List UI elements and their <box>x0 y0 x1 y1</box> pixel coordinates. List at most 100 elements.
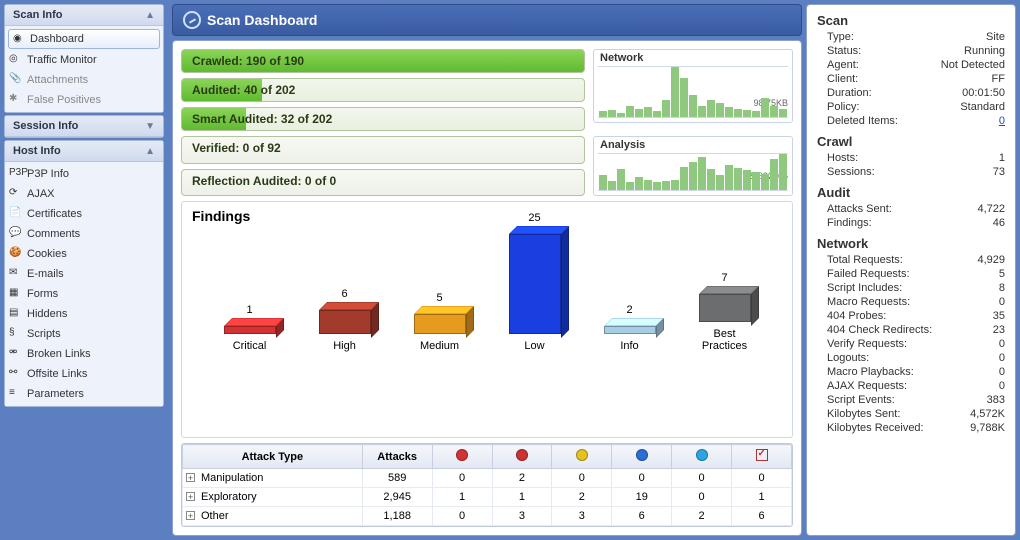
stat-value[interactable]: 0 <box>999 115 1005 127</box>
comment-icon: 💬 <box>9 227 23 241</box>
col-icon-0[interactable] <box>432 445 492 469</box>
col-0[interactable]: Attack Type <box>183 445 363 469</box>
sidebar-item-attachments[interactable]: 📎Attachments <box>5 70 163 90</box>
sidebar-item-label: Scripts <box>27 328 61 340</box>
sidebar-item-ajax[interactable]: ⟳AJAX <box>5 184 163 204</box>
stat-key: AJAX Requests: <box>827 380 907 392</box>
stat-row: AJAX Requests:0 <box>817 379 1005 393</box>
bar-label: Info <box>620 340 638 352</box>
stat-row: Policy:Standard <box>817 100 1005 114</box>
script-icon: § <box>9 327 23 341</box>
hidden-icon: ▤ <box>9 307 23 321</box>
fp-icon: ✱ <box>9 93 23 107</box>
sidebar-item-hiddens[interactable]: ▤Hiddens <box>5 304 163 324</box>
stat-key: Hosts: <box>827 152 858 164</box>
row-count: 0 <box>672 469 732 488</box>
stat-row: Kilobytes Sent:4,572K <box>817 407 1005 421</box>
stat-value: 383 <box>987 394 1005 406</box>
stat-key: Total Requests: <box>827 254 903 266</box>
bar-value: 7 <box>721 272 727 284</box>
col-icon-3[interactable] <box>612 445 672 469</box>
expand-icon[interactable]: + <box>186 511 195 520</box>
stat-row: Hosts: 1 <box>817 151 1005 165</box>
bar-value: 1 <box>246 304 252 316</box>
sidebar-item-forms[interactable]: ▦Forms <box>5 284 163 304</box>
stat-value: 23 <box>993 324 1005 336</box>
dashboard-icon: ◉ <box>13 33 27 47</box>
check-icon <box>756 449 768 461</box>
sidebar-item-parameters[interactable]: ≡Parameters <box>5 384 163 404</box>
row-name: Other <box>201 510 229 522</box>
bar-value: 5 <box>436 292 442 304</box>
host-info-header[interactable]: Host Info ▲ <box>5 141 163 162</box>
stat-row: Script Includes:8 <box>817 281 1005 295</box>
row-count: 0 <box>672 488 732 507</box>
stat-value: FF <box>992 73 1005 85</box>
table-row[interactable]: +Exploratory2,9451121901 <box>183 488 792 507</box>
session-info-header[interactable]: Session Info ▼ <box>5 116 163 137</box>
stat-group-title: Scan <box>817 13 1005 28</box>
stat-value: 4,929 <box>977 254 1005 266</box>
stat-key: Type: <box>827 31 854 43</box>
attach-icon: 📎 <box>9 73 23 87</box>
col-icon-4[interactable] <box>672 445 732 469</box>
sidebar-item-label: Broken Links <box>27 348 91 360</box>
scan-info-header[interactable]: Scan Info ▲ <box>5 5 163 26</box>
progress-3: Verified: 0 of 92 <box>181 136 585 164</box>
network-mini-chart: Network 98.75KB <box>593 49 793 123</box>
row-count: 1 <box>432 488 492 507</box>
sidebar-item-label: Dashboard <box>30 33 84 45</box>
col-1[interactable]: Attacks <box>362 445 432 469</box>
sidebar-item-p3p-info[interactable]: P3PP3P Info <box>5 164 163 184</box>
stat-key: Agent: <box>827 59 859 71</box>
col-icon-5[interactable] <box>732 445 792 469</box>
col-icon-2[interactable] <box>552 445 612 469</box>
sidebar-item-comments[interactable]: 💬Comments <box>5 224 163 244</box>
bar-label: Best Practices <box>690 328 760 352</box>
col-icon-1[interactable] <box>492 445 552 469</box>
chevron-down-icon: ▼ <box>145 121 155 132</box>
row-count: 0 <box>432 469 492 488</box>
sidebar-item-e-mails[interactable]: ✉E-mails <box>5 264 163 284</box>
sidebar-item-certificates[interactable]: 📄Certificates <box>5 204 163 224</box>
stats-panel: ScanType:SiteStatus:RunningAgent:Not Det… <box>806 4 1016 536</box>
broken-icon: ⚮ <box>9 347 23 361</box>
sidebar-item-label: Offsite Links <box>27 368 87 380</box>
stat-value: 35 <box>993 310 1005 322</box>
table-row[interactable]: +Other1,188033626 <box>183 507 792 526</box>
stat-value: 1 <box>999 152 1005 164</box>
sidebar-item-dashboard[interactable]: ◉Dashboard <box>8 29 160 49</box>
sidebar-item-cookies[interactable]: 🍪Cookies <box>5 244 163 264</box>
stat-value: 00:01:50 <box>962 87 1005 99</box>
sidebar-item-scripts[interactable]: § Scripts <box>5 324 163 344</box>
stat-value: 0 <box>999 366 1005 378</box>
cookie-icon: 🍪 <box>9 247 23 261</box>
stat-group-audit: AuditAttacks Sent:4,722Findings:46 <box>817 185 1005 230</box>
sidebar-item-false-positives[interactable]: ✱False Positives <box>5 90 163 110</box>
sidebar-item-offsite-links[interactable]: ⚯Offsite Links <box>5 364 163 384</box>
stat-key: Verify Requests: <box>827 338 907 350</box>
expand-icon[interactable]: + <box>186 492 195 501</box>
stat-value: Site <box>986 31 1005 43</box>
stat-key: Sessions: <box>827 166 875 178</box>
expand-icon[interactable]: + <box>186 473 195 482</box>
stat-key: Macro Playbacks: <box>827 366 914 378</box>
sidebar-item-traffic-monitor[interactable]: ◎Traffic Monitor <box>5 50 163 70</box>
scan-info-panel: Scan Info ▲ ◉Dashboard◎Traffic Monitor📎A… <box>4 4 164 113</box>
bar-critical: 1Critical <box>215 326 285 352</box>
stat-row: Status:Running <box>817 44 1005 58</box>
stat-group-scan: ScanType:SiteStatus:RunningAgent:Not Det… <box>817 13 1005 128</box>
findings-title: Findings <box>192 208 782 224</box>
stat-row: Findings:46 <box>817 216 1005 230</box>
stat-row: Deleted Items:0 <box>817 114 1005 128</box>
table-row[interactable]: +Manipulation589020000 <box>183 469 792 488</box>
stat-key: Script Events: <box>827 394 895 406</box>
sidebar-item-label: AJAX <box>27 188 55 200</box>
stat-key: Logouts: <box>827 352 869 364</box>
session-info-title: Session Info <box>13 120 78 132</box>
findings-chart: Findings 1Critical6High5Medium25Low2Info… <box>181 201 793 438</box>
progress-label: Smart Audited: 32 of 202 <box>192 112 332 126</box>
bar-value: 25 <box>528 212 540 224</box>
email-icon: ✉ <box>9 267 23 281</box>
sidebar-item-broken-links[interactable]: ⚮ Broken Links <box>5 344 163 364</box>
